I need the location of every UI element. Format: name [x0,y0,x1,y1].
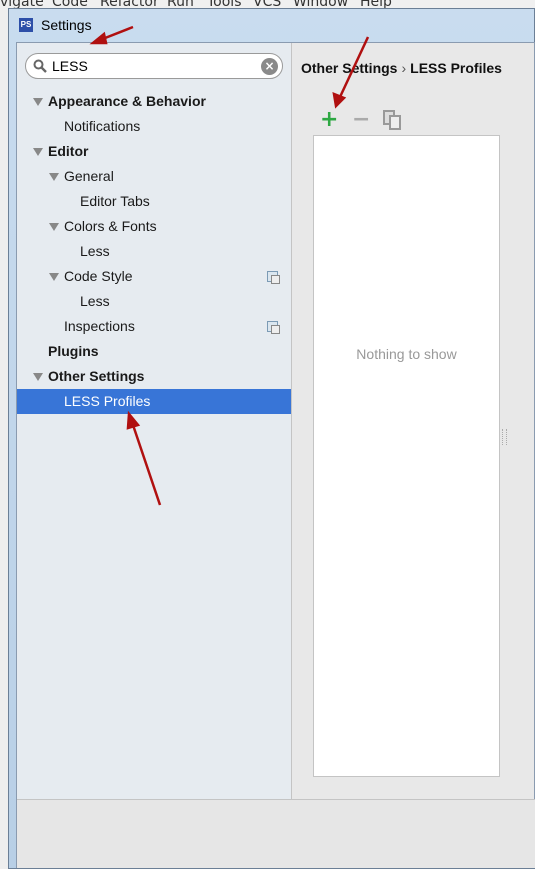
remove-button[interactable]: − [352,109,370,131]
tree-item-label: Editor [48,143,89,159]
tree-item[interactable]: Less [17,289,291,314]
search-icon [33,59,47,73]
tree-item-label: General [64,168,114,184]
tree-item-label: Appearance & Behavior [48,93,206,109]
expand-triangle-icon[interactable] [49,173,59,181]
search-input[interactable] [50,57,254,75]
clear-icon[interactable]: × [261,58,278,75]
copy-icon[interactable] [383,110,401,130]
breadcrumb-current: LESS Profiles [410,60,502,76]
breadcrumb-parent: Other Settings [301,60,398,76]
tree-item-label: LESS Profiles [64,393,151,409]
expand-triangle-icon[interactable] [49,223,59,231]
tree-item-label: Colors & Fonts [64,218,157,234]
tree-item[interactable]: Other Settings [17,364,291,389]
empty-list-text: Nothing to show [356,346,457,362]
phpstorm-icon: PS [19,18,33,32]
settings-dialog: PS Settings × Appearance & Behavior Notif… [8,8,535,869]
tree-item-label: Inspections [64,318,135,334]
tree-item[interactable]: Editor [17,139,291,164]
add-button[interactable]: + [320,109,338,131]
tree-item[interactable]: Plugins [17,339,291,364]
tree-item-label: Less [80,243,110,259]
settings-sidebar: × Appearance & Behavior Notifications Edit… [17,43,292,799]
tree-item[interactable]: Code Style [17,264,291,289]
breadcrumb-separator: › [401,60,407,76]
tree-item-label: Editor Tabs [80,193,150,209]
settings-tree: Appearance & Behavior Notifications Editor… [17,89,291,414]
splitter-handle[interactable] [502,429,507,445]
tree-item[interactable]: Less [17,239,291,264]
tree-item[interactable]: Appearance & Behavior [17,89,291,114]
dialog-title: Settings [41,17,92,33]
tree-item[interactable]: Notifications [17,114,291,139]
tree-item-label: Less [80,293,110,309]
tree-item-label: Other Settings [48,368,145,384]
tree-item-label: Notifications [64,118,141,134]
breadcrumb: Other Settings › LESS Profiles [301,60,502,76]
less-profiles-list[interactable]: Nothing to show [313,135,500,777]
dialog-content: × Appearance & Behavior Notifications Edit… [16,42,535,868]
expand-triangle-icon[interactable] [49,273,59,281]
project-settings-icon [267,271,280,284]
tree-item[interactable]: General [17,164,291,189]
tree-item-label: Plugins [48,343,99,359]
tree-item[interactable]: LESS Profiles [17,389,291,414]
search-field[interactable]: × [25,53,283,79]
settings-page: Other Settings › LESS Profiles + − Nothing… [291,43,535,799]
project-settings-icon [267,321,280,334]
expand-triangle-icon[interactable] [33,148,43,156]
expand-triangle-icon[interactable] [33,98,43,106]
expand-triangle-icon[interactable] [33,373,43,381]
tree-item-label: Code Style [64,268,133,284]
tree-item[interactable]: Inspections [17,314,291,339]
tree-item[interactable]: Colors & Fonts [17,214,291,239]
dialog-button-bar [17,799,535,868]
tree-item[interactable]: Editor Tabs [17,189,291,214]
